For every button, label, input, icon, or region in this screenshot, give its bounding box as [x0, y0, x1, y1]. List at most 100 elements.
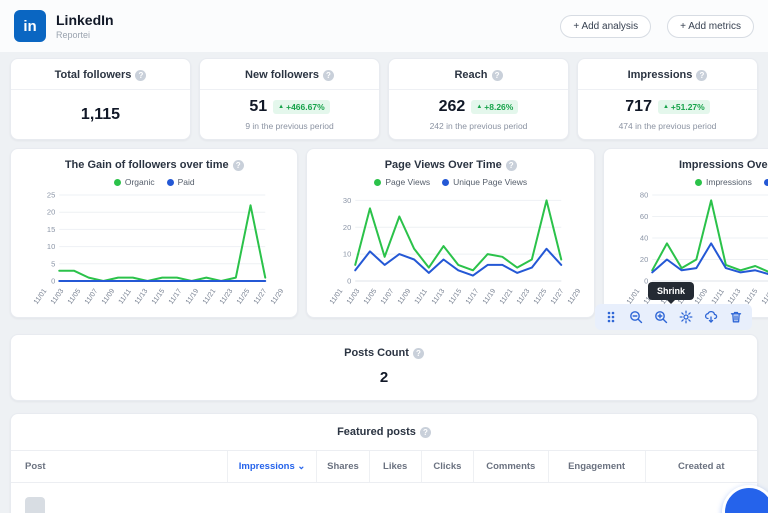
chart-title: Page Views Over Time [385, 159, 502, 171]
delta-badge: ▲+8.26% [471, 100, 518, 114]
svg-text:5: 5 [51, 259, 55, 268]
chart-title: The Gain of followers over time [65, 159, 229, 171]
kpi-impressions: Impressions? 717 ▲+51.27% 474 in the pre… [577, 58, 758, 140]
svg-text:10: 10 [343, 250, 351, 259]
help-icon[interactable]: ? [506, 160, 517, 171]
help-icon[interactable]: ? [696, 70, 707, 81]
kpi-value: 51 [249, 98, 267, 116]
featured-posts-title: Featured posts [337, 426, 416, 438]
kpi-reach: Reach? 262 ▲+8.26% 242 in the previous p… [388, 58, 569, 140]
delete-trash-icon[interactable] [729, 310, 743, 324]
kpi-value: 262 [439, 98, 466, 116]
line-chart[interactable]: 0 5 10 15 20 25 [17, 189, 291, 284]
previous-period-text: 9 in the previous period [245, 121, 333, 131]
chart-followers-gain: The Gain of followers over time? Organic… [10, 148, 298, 318]
legend-item[interactable]: Organic [114, 177, 155, 187]
legend-item[interactable]: Impressions [695, 177, 752, 187]
legend-dot-icon [764, 179, 768, 186]
drag-handle-icon[interactable] [604, 310, 618, 324]
previous-period-text: 474 in the previous period [619, 121, 717, 131]
column-header-engagement[interactable]: Engagement [548, 451, 645, 483]
svg-text:0: 0 [348, 277, 352, 285]
zoom-out-icon[interactable] [629, 310, 643, 324]
column-header-post[interactable]: Post [11, 451, 227, 483]
page-header: in LinkedIn Reportei + Add analysis + Ad… [0, 0, 768, 52]
help-icon[interactable]: ? [492, 70, 503, 81]
legend-dot-icon [442, 179, 449, 186]
shrink-tooltip: Shrink [648, 282, 694, 300]
chart-legend: Organic Paid [17, 177, 291, 187]
help-icon[interactable]: ? [413, 348, 424, 359]
triangle-up-icon: ▲ [278, 104, 284, 110]
kpi-row: Total followers? 1,115 New followers? 51… [0, 52, 768, 140]
featured-posts-table: PostImpressions ⌄SharesLikesClicksCommen… [11, 450, 757, 513]
legend-item[interactable]: Page Views [374, 177, 430, 187]
page-title: LinkedIn [56, 12, 114, 28]
column-header-comments[interactable]: Comments [474, 451, 549, 483]
kpi-label: New followers [245, 69, 319, 81]
svg-text:30: 30 [343, 196, 351, 205]
svg-text:40: 40 [640, 234, 648, 243]
post-thumbnail [25, 497, 45, 513]
column-header-impressions[interactable]: Impressions ⌄ [227, 451, 317, 483]
legend-dot-icon [114, 179, 121, 186]
chart-legend: Impressions Reach [610, 177, 768, 187]
svg-text:60: 60 [640, 212, 648, 221]
svg-text:0: 0 [644, 277, 648, 285]
kpi-label: Reach [454, 69, 487, 81]
table-row[interactable] [11, 483, 757, 513]
column-header-likes[interactable]: Likes [369, 451, 421, 483]
kpi-label: Total followers [55, 69, 132, 81]
chart-legend: Page Views Unique Page Views [313, 177, 587, 187]
column-header-clicks[interactable]: Clicks [421, 451, 473, 483]
svg-text:15: 15 [47, 225, 55, 234]
svg-text:20: 20 [343, 223, 351, 232]
legend-dot-icon [374, 179, 381, 186]
x-axis-labels: 11/0111/0311/0511/0711/0911/1111/1311/15… [313, 285, 587, 315]
help-icon[interactable]: ? [323, 70, 334, 81]
help-icon[interactable]: ? [135, 70, 146, 81]
add-analysis-button[interactable]: + Add analysis [560, 15, 651, 38]
svg-text:20: 20 [640, 255, 648, 264]
posts-count-label: Posts Count [344, 347, 409, 359]
svg-text:80: 80 [640, 191, 648, 200]
settings-gear-icon[interactable] [679, 310, 693, 324]
legend-item[interactable]: Unique Page Views [442, 177, 527, 187]
triangle-up-icon: ▲ [663, 104, 669, 110]
chart-page-views: Page Views Over Time? Page Views Unique P… [306, 148, 594, 318]
svg-text:20: 20 [47, 208, 55, 217]
add-metrics-button[interactable]: + Add metrics [667, 15, 754, 38]
posts-count-card: Posts Count? 2 [10, 334, 758, 401]
column-header-shares[interactable]: Shares [317, 451, 369, 483]
delta-badge: ▲+51.27% [658, 100, 710, 114]
previous-period-text: 242 in the previous period [430, 121, 528, 131]
legend-item[interactable]: Reach [764, 177, 768, 187]
header-titles: LinkedIn Reportei [56, 12, 114, 40]
table-header-row: PostImpressions ⌄SharesLikesClicksCommen… [11, 451, 757, 483]
line-chart[interactable]: 0 20 40 60 80 [610, 189, 768, 284]
column-header-created-at[interactable]: Created at [645, 451, 757, 483]
svg-text:10: 10 [47, 242, 55, 251]
line-chart[interactable]: 0 10 20 30 [313, 189, 587, 284]
kpi-new-followers: New followers? 51 ▲+466.67% 9 in the pre… [199, 58, 380, 140]
widget-toolbar [595, 304, 752, 330]
help-icon[interactable]: ? [233, 160, 244, 171]
delta-badge: ▲+466.67% [273, 100, 329, 114]
help-icon[interactable]: ? [420, 427, 431, 438]
posts-count-value: 2 [11, 369, 757, 386]
kpi-total-followers: Total followers? 1,115 [10, 58, 191, 140]
svg-text:25: 25 [47, 191, 55, 200]
page-subtitle: Reportei [56, 30, 114, 40]
kpi-value: 717 [625, 98, 652, 116]
legend-item[interactable]: Paid [167, 177, 195, 187]
svg-text:0: 0 [51, 277, 55, 285]
legend-dot-icon [167, 179, 174, 186]
kpi-label: Impressions [628, 69, 693, 81]
legend-dot-icon [695, 179, 702, 186]
x-axis-labels: 11/0111/0311/0511/0711/0911/1111/1311/15… [17, 285, 291, 315]
chart-title: Impressions Over Time [679, 159, 768, 171]
kpi-value: 1,115 [81, 106, 120, 124]
export-cloud-icon[interactable] [704, 310, 718, 324]
posts-count-widget: Shrink Posts Co [10, 334, 758, 401]
zoom-in-icon[interactable] [654, 310, 668, 324]
